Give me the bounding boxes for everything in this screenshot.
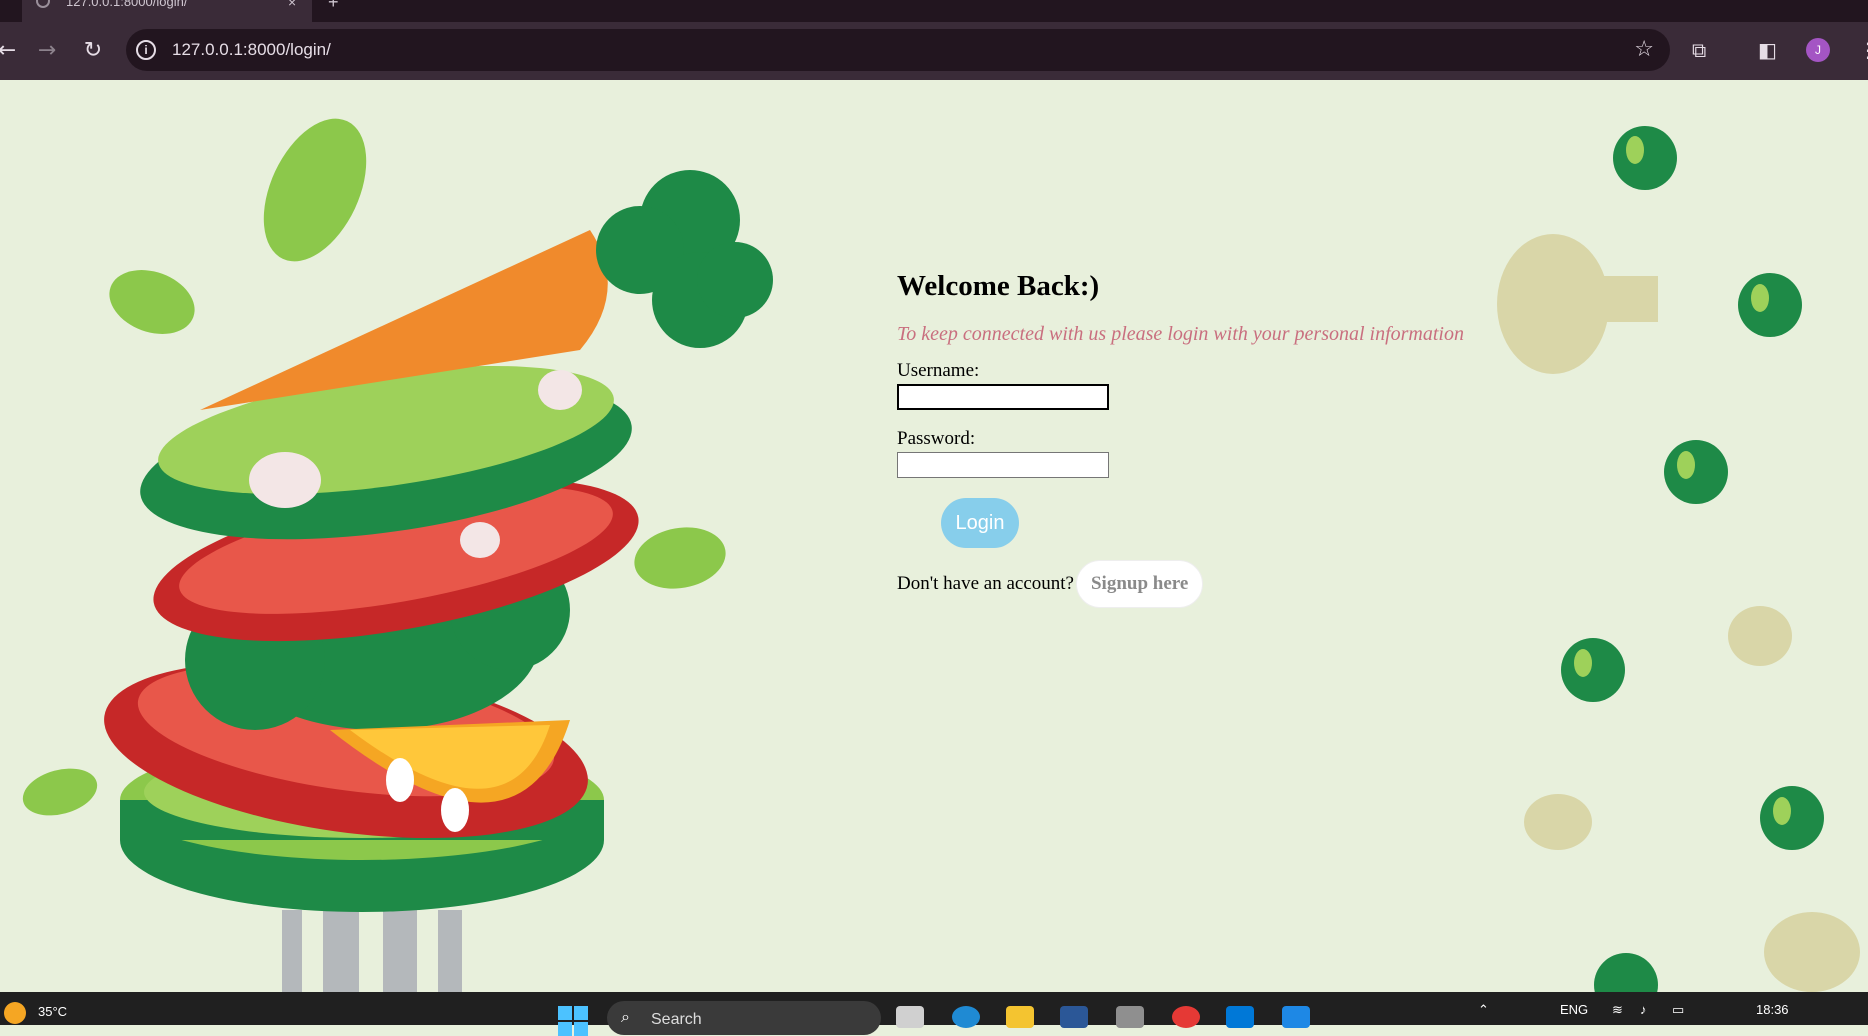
signup-link[interactable]: Signup here	[1075, 560, 1204, 608]
tab-title: 127.0.0.1:8000/login/	[66, 0, 188, 9]
taskbar: 35°C ⌕ Search ⌃ ENG ≋ ♪ ▭ 18:36	[0, 992, 1868, 1036]
address-bar[interactable]: i 127.0.0.1:8000/login/ ☆	[126, 29, 1670, 71]
login-page: Welcome Back:) To keep connected with us…	[0, 80, 1868, 992]
new-tab-icon[interactable]: +	[328, 0, 339, 13]
chevron-up-icon[interactable]: ⌃	[1478, 1002, 1489, 1018]
clock[interactable]: 18:36	[1756, 1002, 1789, 1017]
peas-mushrooms-illustration	[1497, 126, 1860, 992]
url-text[interactable]: 127.0.0.1:8000/login/	[172, 40, 331, 60]
globe-icon	[36, 0, 50, 8]
browser-tab[interactable]: 127.0.0.1:8000/login/ ×	[22, 0, 312, 22]
volume-icon[interactable]: ♪	[1640, 1002, 1647, 1017]
login-button[interactable]: Login	[941, 498, 1019, 548]
star-icon[interactable]: ☆	[1634, 37, 1654, 62]
battery-icon[interactable]: ▭	[1672, 1002, 1684, 1018]
password-input[interactable]	[897, 452, 1109, 478]
search-placeholder: Search	[651, 1011, 702, 1028]
username-label: Username:	[897, 360, 980, 381]
browser-toolbar: ← → ↻ i 127.0.0.1:8000/login/ ☆ ⧉ ◧ J ⋮	[0, 22, 1868, 80]
info-icon[interactable]: i	[136, 40, 156, 60]
vegetable-stack-illustration	[22, 118, 773, 992]
back-icon[interactable]: ←	[0, 36, 22, 66]
taskbar-search[interactable]: ⌕ Search	[607, 1001, 881, 1035]
extensions-icon[interactable]: ⧉	[1692, 38, 1706, 62]
forward-icon[interactable]: →	[32, 36, 62, 66]
temperature[interactable]: 35°C	[38, 1004, 67, 1019]
login-subtitle: To keep connected with us please login w…	[897, 323, 1464, 345]
login-form: Welcome Back:) To keep connected with us…	[897, 270, 1497, 608]
signup-row: Don't have an account? Signup here	[897, 560, 1497, 608]
profile-avatar[interactable]: J	[1806, 38, 1830, 62]
reload-icon[interactable]: ↻	[78, 36, 108, 66]
username-input[interactable]	[897, 384, 1109, 410]
page-title: Welcome Back:)	[897, 270, 1100, 302]
menu-icon[interactable]: ⋮	[1858, 38, 1868, 62]
windows-start-icon[interactable]	[558, 1006, 588, 1036]
side-panel-icon[interactable]: ◧	[1758, 38, 1777, 62]
weather-icon[interactable]	[4, 1002, 26, 1024]
wifi-icon[interactable]: ≋	[1612, 1002, 1623, 1018]
password-label: Password:	[897, 428, 976, 449]
signup-prompt: Don't have an account?	[897, 573, 1074, 594]
tab-strip: 127.0.0.1:8000/login/ × +	[0, 0, 1868, 22]
close-icon[interactable]: ×	[288, 0, 296, 10]
language-indicator[interactable]: ENG	[1560, 1002, 1588, 1017]
search-icon: ⌕	[621, 1007, 630, 1026]
